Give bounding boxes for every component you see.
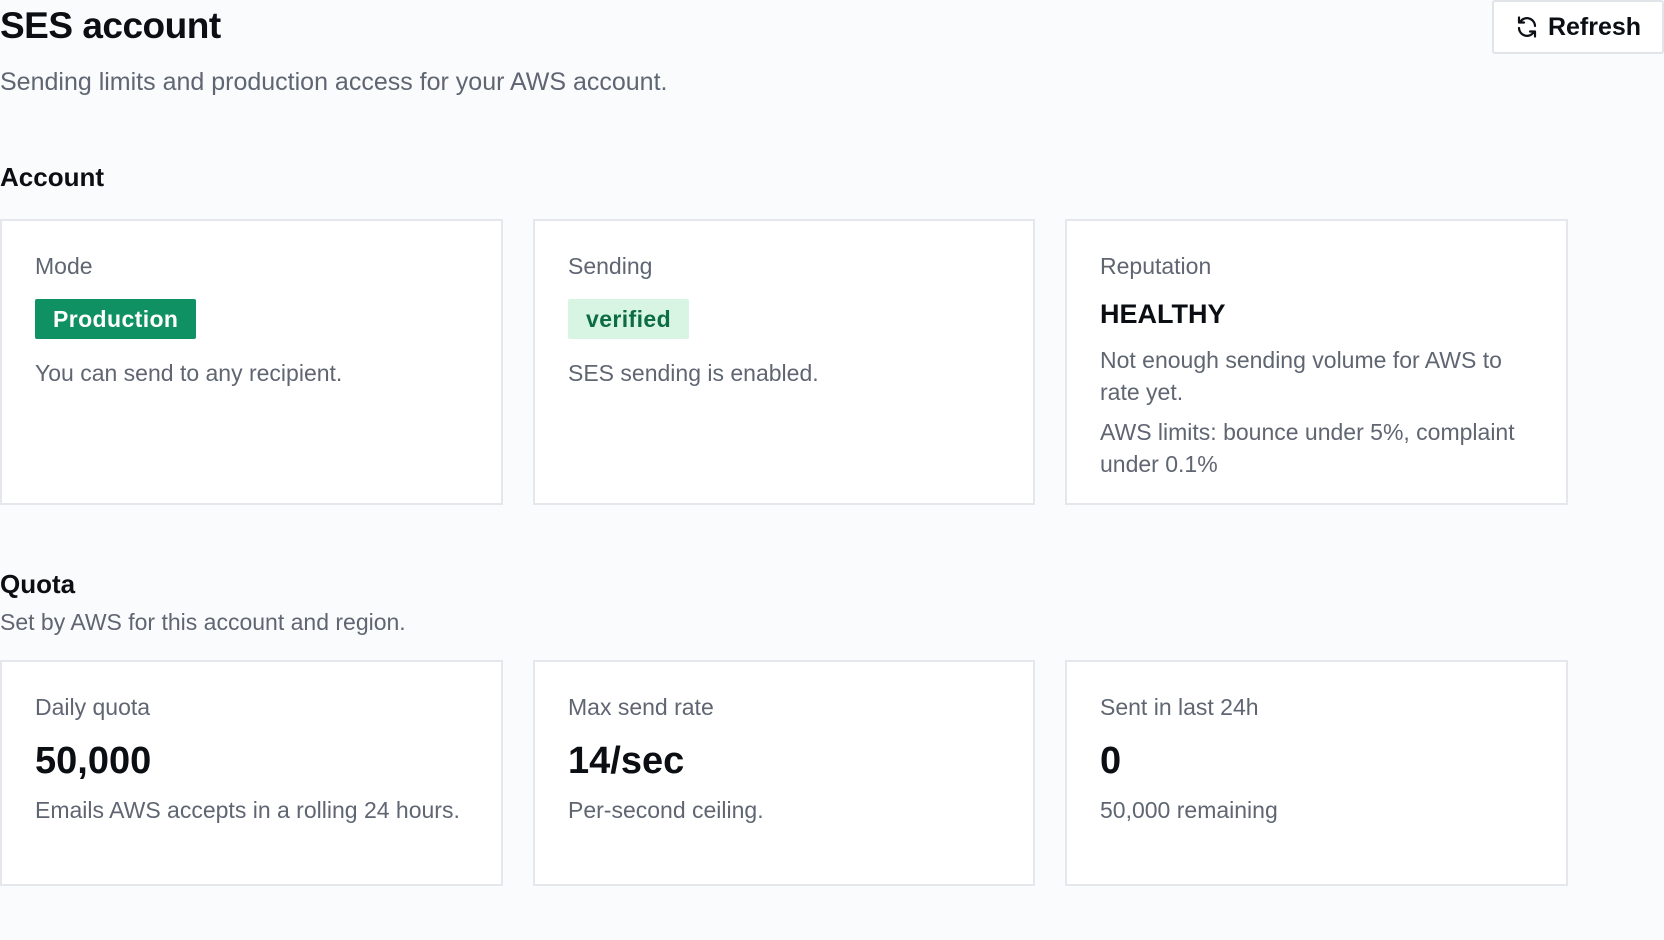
- sent-24h-label: Sent in last 24h: [1100, 694, 1259, 720]
- send-rate-card: Max send rate 14/sec Per-second ceiling.: [533, 660, 1035, 886]
- mode-card: Mode Production You can send to any reci…: [0, 219, 503, 505]
- sent-24h-remaining: 50,000 remaining: [1100, 797, 1278, 823]
- mode-description: You can send to any recipient.: [35, 360, 343, 386]
- refresh-label: Refresh: [1547, 12, 1642, 41]
- send-rate-description: Per-second ceiling.: [568, 797, 764, 823]
- sending-status-badge: verified: [568, 299, 690, 339]
- sending-label: Sending: [568, 253, 653, 279]
- send-rate-label: Max send rate: [568, 694, 714, 720]
- reputation-card: Reputation HEALTHY Not enough sending vo…: [1065, 219, 1568, 505]
- quota-section-subtitle: Set by AWS for this account and region.: [0, 609, 406, 635]
- sent-24h-card: Sent in last 24h 0 50,000 remaining: [1065, 660, 1568, 886]
- reputation-limits: AWS limits: bounce under 5%, complaint u…: [1100, 419, 1515, 477]
- send-rate-value: 14/sec: [568, 740, 685, 782]
- daily-quota-description: Emails AWS accepts in a rolling 24 hours…: [35, 797, 460, 823]
- reputation-description: Not enough sending volume for AWS to rat…: [1100, 347, 1502, 405]
- daily-quota-label: Daily quota: [35, 694, 151, 720]
- mode-label: Mode: [35, 253, 93, 279]
- sending-card: Sending verified SES sending is enabled.: [533, 219, 1035, 505]
- page-title: SES account: [0, 5, 221, 46]
- account-section-title: Account: [0, 162, 104, 192]
- daily-quota-value: 50,000: [35, 740, 152, 782]
- mode-badge: Production: [35, 299, 197, 339]
- page-subtitle: Sending limits and production access for…: [0, 68, 668, 96]
- reputation-label: Reputation: [1100, 253, 1212, 279]
- refresh-button[interactable]: Refresh: [1492, 0, 1664, 54]
- reputation-status: HEALTHY: [1100, 299, 1226, 329]
- quota-section-title: Quota: [0, 569, 76, 599]
- page-header: SES account Sending limits and productio…: [0, 0, 1664, 110]
- sent-24h-value: 0: [1100, 740, 1122, 782]
- daily-quota-card: Daily quota 50,000 Emails AWS accepts in…: [0, 660, 503, 886]
- sending-description: SES sending is enabled.: [568, 360, 819, 386]
- refresh-icon: [1515, 15, 1539, 39]
